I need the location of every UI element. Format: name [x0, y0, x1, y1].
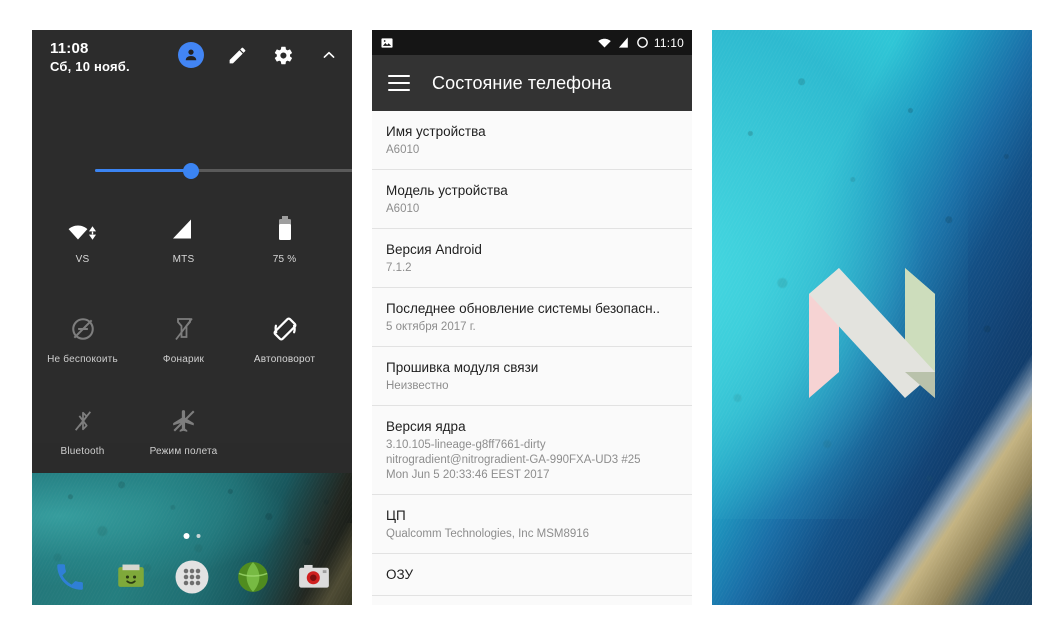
bluetooth-icon: [72, 404, 94, 438]
status-bar-time: 11:10: [653, 35, 684, 50]
list-item-title: Версия Android: [386, 242, 482, 257]
tile-row-2: Не беспокоить Фонарик Автоповорот: [32, 298, 352, 390]
tile-label: VS: [75, 254, 90, 265]
list-item[interactable]: ОЗУ: [372, 554, 692, 596]
gear-icon[interactable]: [270, 42, 296, 68]
auto-rotate-icon: [271, 312, 299, 346]
quick-settings-tiles: VS MTS 75 % Не беспокоить Фонарик Автопо…: [32, 206, 352, 482]
tile-row-1: VS MTS 75 %: [32, 206, 352, 298]
app-drawer-icon[interactable]: [172, 557, 212, 597]
quick-settings-header: 11:08 Сб, 10 нояб.: [32, 30, 352, 92]
list-item-title: Имя устройства: [386, 124, 486, 139]
wifi-icon: [598, 38, 611, 48]
status-bar: 11:10: [372, 30, 692, 55]
list-item-value: A6010: [386, 144, 420, 156]
screenshot-stage: 11:08 Сб, 10 нояб. VS MTS 75 % Не беспок…: [0, 0, 1064, 634]
list-item-title: Последнее обновление системы безопасн..: [386, 301, 661, 316]
list-item[interactable]: Последнее обновление системы безопасн.. …: [372, 288, 692, 347]
app-bar: Состояние телефона: [372, 55, 692, 111]
page-title: Состояние телефона: [432, 72, 612, 93]
wifi-icon: [66, 212, 100, 246]
list-item-value: 5 октября 2017 г.: [386, 321, 476, 333]
messaging-app-icon[interactable]: [111, 557, 151, 597]
tile-empty: [234, 390, 335, 482]
tile-wifi[interactable]: VS: [32, 206, 133, 298]
camera-app-icon[interactable]: [294, 557, 334, 597]
clock-date: Сб, 10 нояб.: [50, 59, 130, 74]
tile-label: Не беспокоить: [47, 354, 118, 365]
list-item[interactable]: Версия Android 7.1.2: [372, 229, 692, 288]
list-item-value: A6010: [386, 203, 420, 215]
list-item-title: ОЗУ: [386, 567, 414, 582]
tile-do-not-disturb[interactable]: Не беспокоить: [32, 298, 133, 390]
tile-label: Режим полета: [149, 446, 218, 457]
tile-label: 75 %: [272, 254, 297, 265]
list-item-title: Версия ядра: [386, 419, 466, 434]
tile-auto-rotate[interactable]: Автоповорот: [234, 298, 335, 390]
android-nougat-n-logo: [809, 268, 935, 398]
tile-battery[interactable]: 75 %: [234, 206, 335, 298]
image-icon: [381, 37, 393, 48]
list-item-value: Неизвестно: [386, 380, 449, 392]
clock-block: 11:08 Сб, 10 нояб.: [50, 40, 130, 75]
status-bar-icons: 11:10: [597, 36, 684, 50]
slider-thumb[interactable]: [183, 163, 199, 179]
status-bar-notifications: [380, 36, 394, 50]
list-item-title: Модель устройства: [386, 183, 508, 198]
list-item[interactable]: Версия ядра 3.10.105-lineage-g8ff7661-di…: [372, 406, 692, 495]
home-screen-wallpaper: [32, 473, 352, 605]
tile-bluetooth[interactable]: Bluetooth: [32, 390, 133, 482]
tile-label: Автоповорот: [253, 354, 316, 365]
list-item[interactable]: Имя устройства A6010: [372, 111, 692, 170]
tile-row-3: Bluetooth Режим полета: [32, 390, 352, 482]
user-avatar-icon[interactable]: [178, 42, 204, 68]
list-item[interactable]: Модель устройства A6010: [372, 170, 692, 229]
tile-airplane-mode[interactable]: Режим полета: [133, 390, 234, 482]
page-dot: [183, 533, 190, 539]
signal-icon: [618, 37, 628, 48]
list-item[interactable]: Прошивка модуля связи Неизвестно: [372, 347, 692, 406]
brightness-slider[interactable]: [95, 163, 352, 179]
do-not-disturb-icon: [70, 312, 96, 346]
flashlight-icon: [173, 312, 195, 346]
signal-icon: [169, 212, 199, 246]
nougat-wallpaper-panel: [712, 30, 1032, 605]
list-item-title: ЦП: [386, 508, 406, 523]
home-page-indicator: [183, 533, 201, 539]
slider-fill: [95, 169, 191, 172]
tile-label: Bluetooth: [60, 446, 105, 457]
browser-app-icon[interactable]: [233, 557, 273, 597]
page-dot: [196, 534, 201, 538]
list-item-value: Qualcomm Technologies, Inc MSM8916: [386, 528, 590, 540]
battery-circle-icon: [636, 37, 648, 48]
tile-mobile-data[interactable]: MTS: [133, 206, 234, 298]
battery-icon: [274, 212, 296, 246]
phone-status-panel: 11:10 Состояние телефона Имя устройства …: [372, 30, 692, 605]
list-item[interactable]: ЦП Qualcomm Technologies, Inc MSM8916: [372, 495, 692, 554]
tile-label: MTS: [172, 254, 195, 265]
tile-flashlight[interactable]: Фонарик: [133, 298, 234, 390]
status-list[interactable]: Имя устройства A6010 Модель устройства A…: [372, 111, 692, 605]
list-item-value: 7.1.2: [386, 262, 412, 274]
header-actions: [178, 42, 342, 68]
hamburger-menu-icon[interactable]: [388, 75, 410, 91]
list-item-value: 3.10.105-lineage-g8ff7661-dirty nitrogra…: [386, 439, 641, 481]
list-item-title: Прошивка модуля связи: [386, 360, 539, 375]
tile-label: Фонарик: [162, 354, 205, 365]
airplane-mode-icon: [171, 404, 197, 438]
clock-time: 11:08: [50, 40, 89, 57]
phone-app-icon[interactable]: [50, 557, 90, 597]
quick-settings-panel: 11:08 Сб, 10 нояб. VS MTS 75 % Не беспок…: [32, 30, 352, 605]
home-dock: [32, 557, 352, 597]
notification-shade: 11:08 Сб, 10 нояб. VS MTS 75 % Не беспок…: [32, 30, 352, 457]
pencil-icon[interactable]: [224, 42, 250, 68]
chevron-up-icon[interactable]: [316, 42, 342, 68]
